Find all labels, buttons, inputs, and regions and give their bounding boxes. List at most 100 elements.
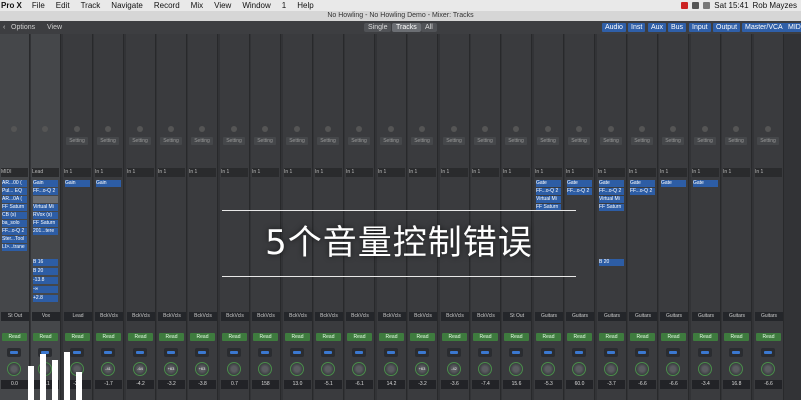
pan-icon[interactable] bbox=[478, 348, 492, 357]
input-selector[interactable]: In 1 bbox=[535, 168, 562, 177]
pan-knob[interactable] bbox=[258, 362, 272, 376]
view-menu[interactable]: View bbox=[47, 21, 62, 34]
plugin-slot[interactable]: AR...0A ( bbox=[2, 196, 27, 203]
channel-eq-setting[interactable]: Setting bbox=[694, 137, 716, 145]
input-slot[interactable] bbox=[576, 126, 582, 132]
channel-eq-setting[interactable]: Setting bbox=[66, 137, 88, 145]
input-slot[interactable] bbox=[639, 126, 645, 132]
pan-icon[interactable] bbox=[258, 348, 272, 357]
plugin-slot[interactable]: FF...o-Q 2 bbox=[2, 228, 27, 235]
input-selector[interactable]: MIDI bbox=[1, 168, 28, 177]
pan-icon[interactable] bbox=[635, 348, 649, 357]
automation-mode-button[interactable]: Read bbox=[285, 333, 310, 341]
input-selector[interactable]: In 1 bbox=[566, 168, 593, 177]
input-slot[interactable] bbox=[199, 126, 205, 132]
input-slot[interactable] bbox=[702, 126, 708, 132]
input-selector[interactable]: In 1 bbox=[221, 168, 248, 177]
automation-mode-button[interactable]: Read bbox=[724, 333, 749, 341]
send-slot[interactable]: B 20 bbox=[599, 259, 624, 266]
pan-knob[interactable] bbox=[541, 362, 555, 376]
input-slot[interactable] bbox=[733, 126, 739, 132]
channel-strip[interactable]: Setting In 1 BckVcls Read -64 -4.2 bbox=[126, 34, 156, 400]
track-name[interactable]: BckVcls bbox=[95, 312, 123, 321]
automation-mode-button[interactable]: Read bbox=[128, 333, 153, 341]
pan-knob[interactable]: -41 bbox=[101, 362, 115, 376]
pan-knob[interactable] bbox=[635, 362, 649, 376]
send-slot[interactable]: -∞ bbox=[33, 286, 58, 293]
track-name[interactable]: BckVcls bbox=[441, 312, 469, 321]
automation-mode-button[interactable]: Read bbox=[190, 333, 215, 341]
input-selector[interactable]: In 1 bbox=[127, 168, 154, 177]
pan-knob[interactable] bbox=[321, 362, 335, 376]
filter-inst-button[interactable]: Inst bbox=[628, 23, 646, 32]
track-name[interactable]: BckVcls bbox=[158, 312, 186, 321]
pan-knob[interactable] bbox=[384, 362, 398, 376]
pan-knob[interactable] bbox=[666, 362, 680, 376]
plugin-slot[interactable]: Virtual Mi bbox=[33, 204, 58, 211]
input-selector[interactable]: In 1 bbox=[189, 168, 216, 177]
channel-eq-setting[interactable]: Setting bbox=[600, 137, 622, 145]
input-slot[interactable] bbox=[11, 126, 17, 132]
channel-eq-setting[interactable]: Setting bbox=[505, 137, 527, 145]
view-all-button[interactable]: All bbox=[421, 23, 437, 32]
channel-eq-setting[interactable]: Setting bbox=[129, 137, 151, 145]
input-selector[interactable]: In 1 bbox=[472, 168, 499, 177]
pan-icon[interactable] bbox=[761, 348, 775, 357]
input-selector[interactable]: In 1 bbox=[723, 168, 750, 177]
automation-mode-button[interactable]: Read bbox=[504, 333, 529, 341]
channel-strip[interactable]: Setting In 1 BckVcls Read -5.1 bbox=[314, 34, 344, 400]
plugin-slot[interactable]: Gate bbox=[693, 180, 718, 187]
pan-icon[interactable] bbox=[666, 348, 680, 357]
automation-mode-button[interactable]: Read bbox=[756, 333, 781, 341]
channel-strip[interactable]: Setting In 1 BckVcls Read 158 bbox=[251, 34, 281, 400]
channel-eq-setting[interactable] bbox=[34, 137, 56, 145]
channel-strip[interactable]: Setting In 1 Gain BckVcls Read -41 -1.7 bbox=[94, 34, 124, 400]
filter-midi-button[interactable]: MIDI bbox=[785, 23, 801, 32]
pan-icon[interactable] bbox=[352, 348, 366, 357]
track-name[interactable]: St Out bbox=[1, 312, 29, 321]
input-selector[interactable]: In 1 bbox=[755, 168, 782, 177]
plugin-slot[interactable]: Gate bbox=[630, 180, 655, 187]
pan-icon[interactable] bbox=[729, 348, 743, 357]
menu-track[interactable]: Track bbox=[81, 0, 101, 11]
track-name[interactable]: Guitars bbox=[755, 312, 783, 321]
send-slot[interactable]: B 20 bbox=[33, 268, 58, 275]
automation-mode-button[interactable]: Read bbox=[442, 333, 467, 341]
channel-strip[interactable]: Setting In 1 BckVcls Read 0.7 bbox=[220, 34, 250, 400]
track-name[interactable]: BckVcls bbox=[252, 312, 280, 321]
plugin-slot[interactable] bbox=[33, 196, 58, 203]
input-slot[interactable] bbox=[388, 126, 394, 132]
input-selector[interactable]: In 1 bbox=[660, 168, 687, 177]
automation-mode-button[interactable]: Read bbox=[536, 333, 561, 341]
input-slot[interactable] bbox=[74, 126, 80, 132]
input-slot[interactable] bbox=[168, 126, 174, 132]
input-slot[interactable] bbox=[231, 126, 237, 132]
input-slot[interactable] bbox=[105, 126, 111, 132]
channel-eq-setting[interactable]: Setting bbox=[286, 137, 308, 145]
track-name[interactable]: Vox bbox=[32, 312, 60, 321]
channel-strip[interactable]: Setting In 1 BckVcls Read -6.1 bbox=[345, 34, 375, 400]
input-selector[interactable]: In 1 bbox=[598, 168, 625, 177]
track-name[interactable]: Guitars bbox=[660, 312, 688, 321]
input-slot[interactable] bbox=[137, 126, 143, 132]
automation-mode-button[interactable]: Read bbox=[65, 333, 90, 341]
pan-knob[interactable] bbox=[729, 362, 743, 376]
plugin-slot[interactable]: FF...o-Q 2 bbox=[599, 188, 624, 195]
pan-icon[interactable] bbox=[384, 348, 398, 357]
track-name[interactable]: Guitars bbox=[598, 312, 626, 321]
track-name[interactable]: BckVcls bbox=[221, 312, 249, 321]
pan-knob[interactable] bbox=[604, 362, 618, 376]
send-slot[interactable]: +2.8 bbox=[33, 295, 58, 302]
plugin-slot[interactable]: FF Saturn bbox=[599, 204, 624, 211]
automation-mode-button[interactable]: Read bbox=[159, 333, 184, 341]
channel-strip[interactable]: MIDI AR...00 (Pul... EQ AR...0A (FF Saturn… bbox=[0, 34, 30, 400]
plugin-slot[interactable]: FF...o-Q 2 bbox=[33, 188, 58, 195]
pan-knob[interactable] bbox=[352, 362, 366, 376]
input-slot[interactable] bbox=[325, 126, 331, 132]
pan-icon[interactable] bbox=[572, 348, 586, 357]
pan-icon[interactable] bbox=[227, 348, 241, 357]
pan-icon[interactable] bbox=[447, 348, 461, 357]
automation-mode-button[interactable]: Read bbox=[96, 333, 121, 341]
input-slot[interactable] bbox=[451, 126, 457, 132]
automation-mode-button[interactable]: Read bbox=[661, 333, 686, 341]
